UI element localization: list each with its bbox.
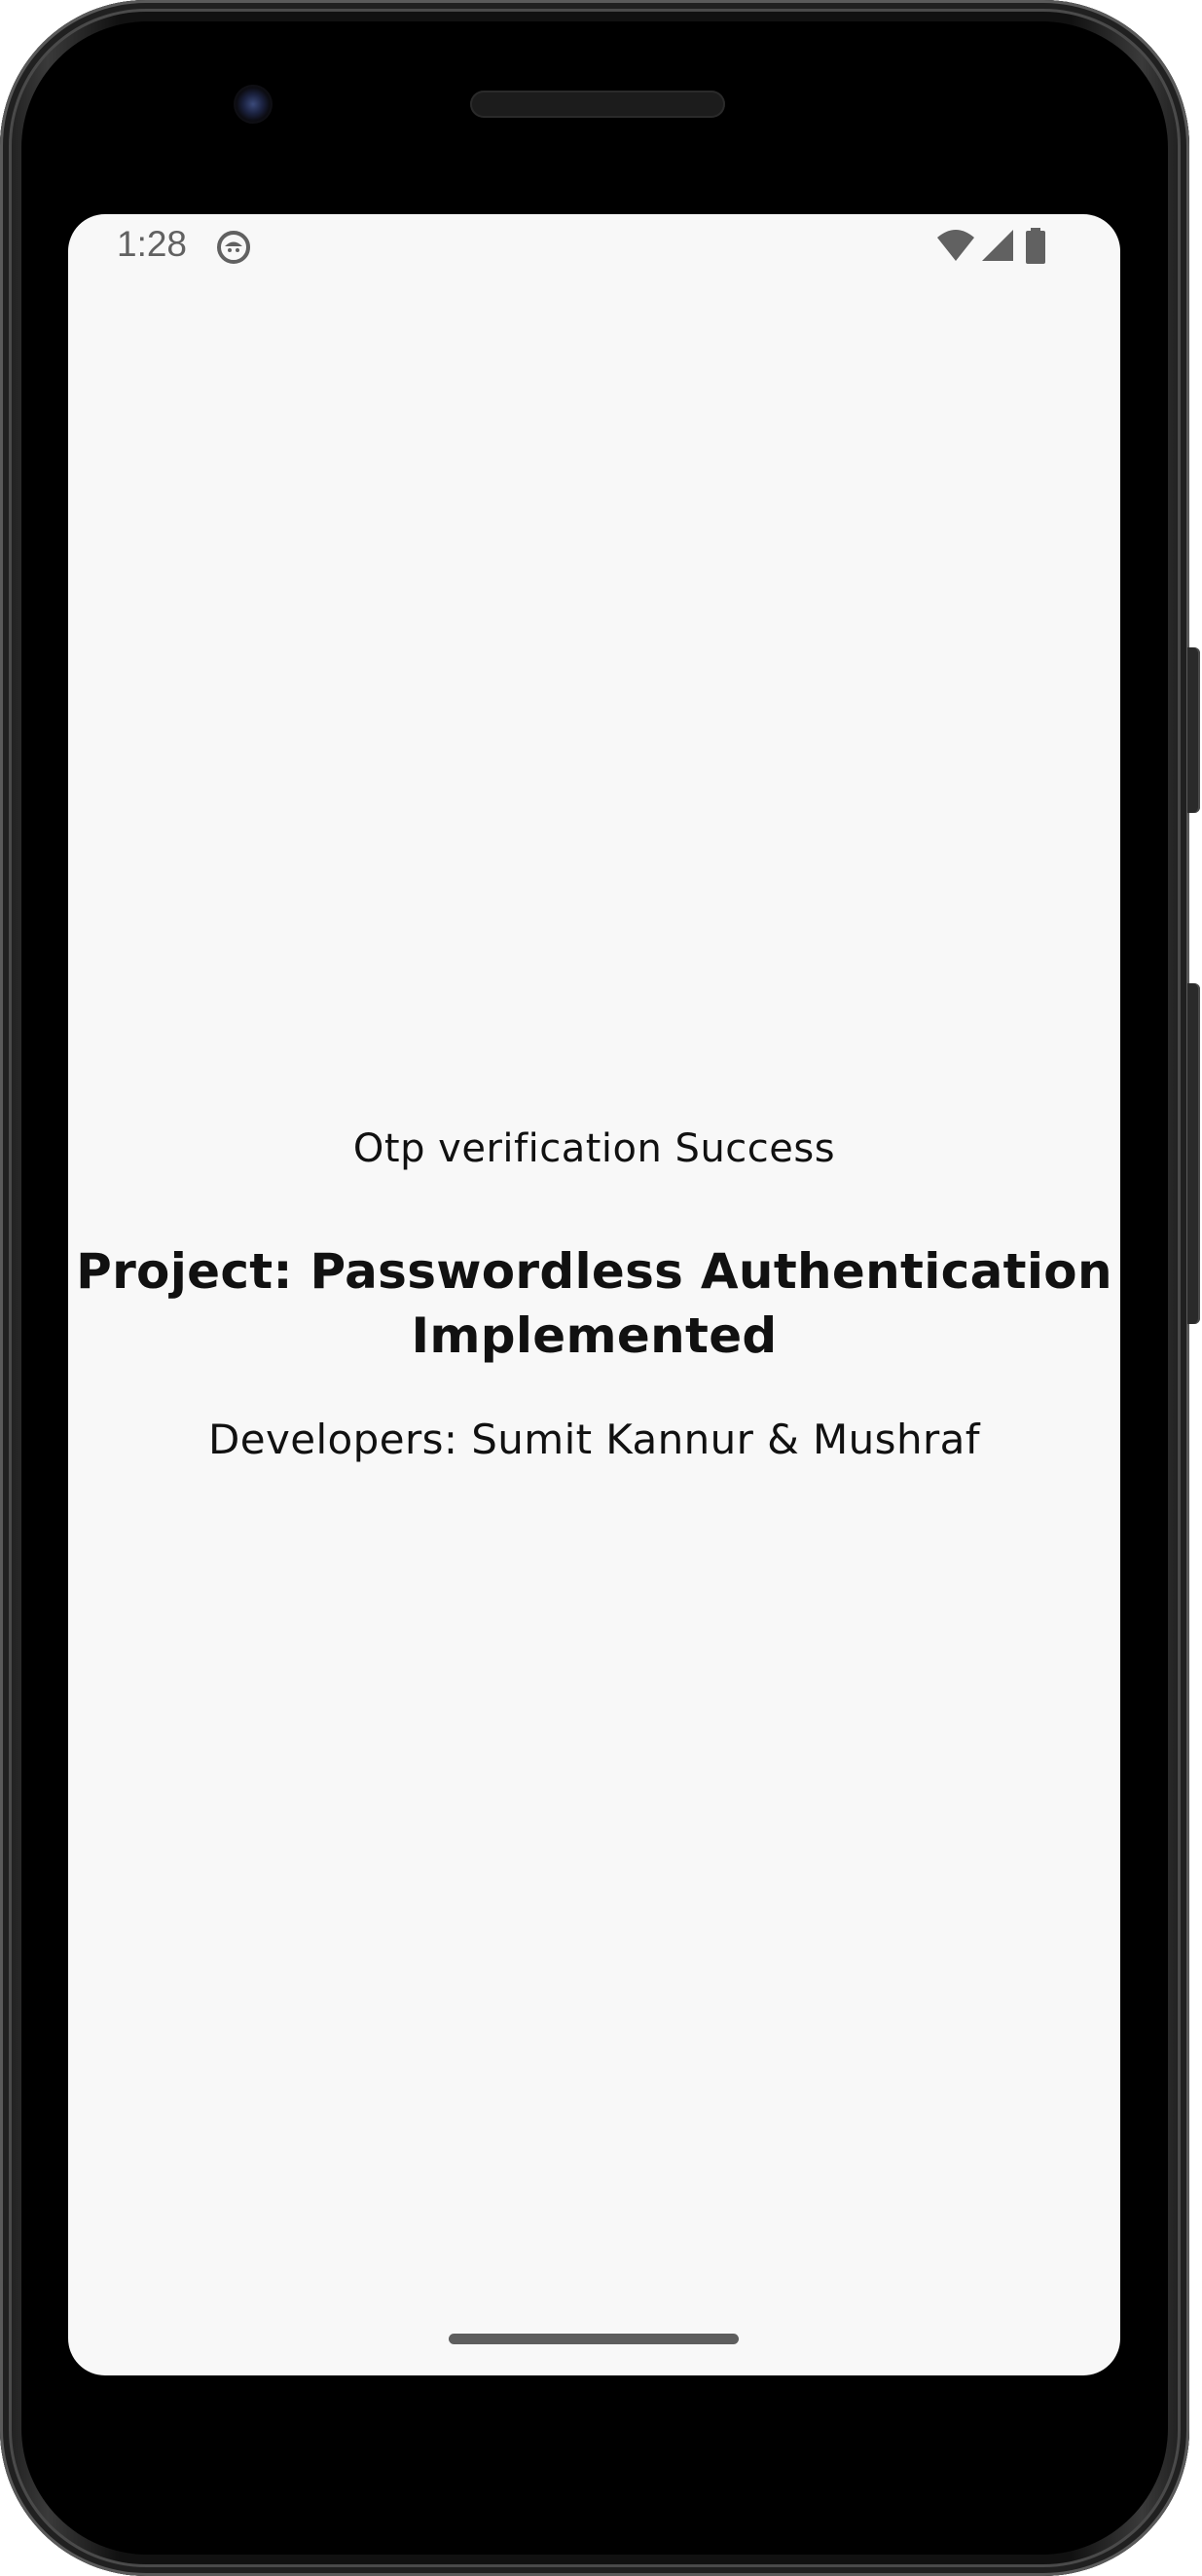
status-time: 1:28 xyxy=(117,224,188,264)
project-title-line1: Project: Passwordless Authentication xyxy=(76,1243,1112,1300)
battery-icon xyxy=(1026,228,1045,264)
status-bar: 1:28 xyxy=(68,214,1120,284)
otp-status-text: Otp verification Success xyxy=(352,1126,836,1171)
android-debug-icon xyxy=(216,230,251,265)
front-camera xyxy=(234,85,273,124)
project-title: Project: Passwordless Authentication Imp… xyxy=(68,1239,1120,1368)
developers-text: Developers: Sumit Kannur & Mushraf xyxy=(208,1416,980,1463)
power-button xyxy=(1187,647,1200,813)
signal-icon xyxy=(982,230,1013,261)
volume-button xyxy=(1187,983,1200,1324)
wifi-icon xyxy=(937,230,974,261)
home-gesture-bar[interactable] xyxy=(449,2334,739,2344)
stage: 1:28 Otp verification Success Project: P… xyxy=(0,0,1202,2576)
main-content: Otp verification Success Project: Passwo… xyxy=(68,1120,1120,1469)
status-icons xyxy=(935,228,1052,267)
phone-screen: 1:28 Otp verification Success Project: P… xyxy=(68,214,1120,2375)
earpiece-speaker xyxy=(470,91,725,118)
project-title-line2: Implemented xyxy=(411,1307,778,1364)
